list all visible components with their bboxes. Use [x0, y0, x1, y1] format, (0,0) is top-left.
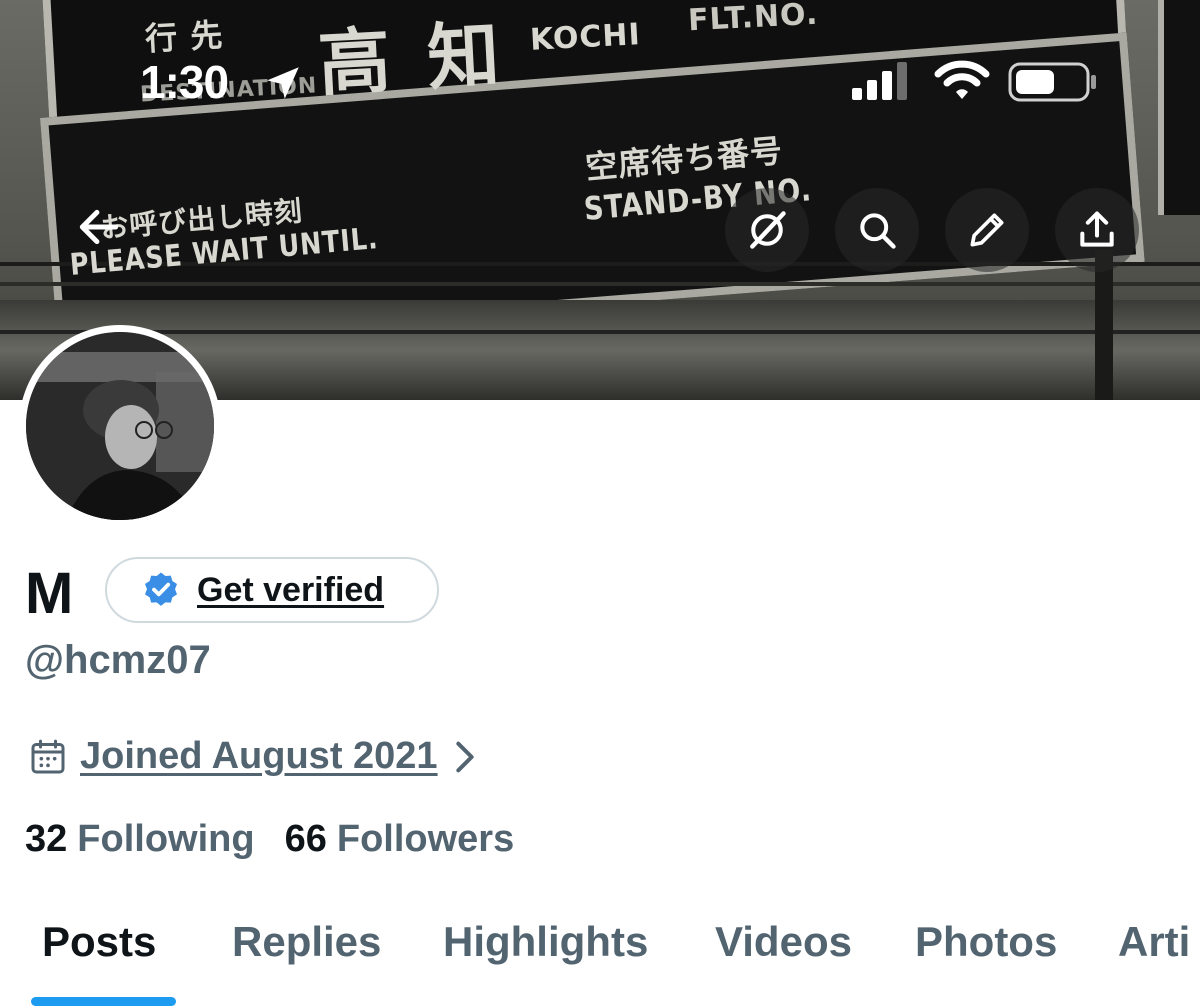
display-name: M — [25, 561, 74, 626]
search-icon — [860, 213, 896, 249]
sign-city-en: KOCHI — [529, 17, 642, 58]
edit-icon — [970, 213, 1004, 247]
tab-videos[interactable]: Videos — [715, 918, 852, 966]
chevron-right-icon — [455, 741, 474, 772]
edit-button[interactable] — [945, 188, 1029, 272]
tab-highlights[interactable]: Highlights — [443, 918, 648, 966]
verified-badge-icon — [145, 572, 177, 606]
profile-screen: 行 先 DESTINATION 高 知 KOCHI FLT.NO. お呼び出し時… — [0, 0, 1200, 1007]
banner-stripe — [0, 330, 1200, 334]
profile-banner[interactable]: 行 先 DESTINATION 高 知 KOCHI FLT.NO. お呼び出し時… — [0, 0, 1200, 400]
grok-icon — [750, 211, 786, 249]
profile-avatar[interactable] — [19, 325, 221, 527]
get-verified-button[interactable]: Get verified — [105, 557, 439, 623]
status-time: 1:30 — [140, 56, 229, 108]
following-label[interactable]: Following — [77, 818, 254, 861]
location-arrow-icon — [267, 67, 299, 99]
followers-count[interactable]: 66 — [285, 818, 327, 861]
tab-replies[interactable]: Replies — [232, 918, 381, 966]
avatar-photo — [26, 332, 214, 520]
tab-posts[interactable]: Posts — [42, 918, 156, 966]
joined-date-label: Joined August 2021 — [80, 735, 438, 777]
followers-label[interactable]: Followers — [337, 818, 514, 861]
profile-tabs: Posts Replies Highlights Videos Photos A… — [0, 918, 1200, 1007]
grok-button[interactable] — [725, 188, 809, 272]
share-icon — [1080, 211, 1114, 247]
share-button[interactable] — [1055, 188, 1139, 272]
user-handle: @hcmz07 — [25, 638, 211, 682]
back-arrow-icon[interactable] — [74, 202, 124, 252]
avatar-portrait — [26, 332, 214, 520]
banner-sign-edge — [1158, 0, 1200, 215]
calendar-icon — [31, 739, 65, 773]
tab-photos[interactable]: Photos — [915, 918, 1057, 966]
joined-date-link[interactable]: Joined August 2021 — [28, 735, 480, 778]
sign-city-jp: 高 知 — [316, 12, 508, 106]
cellular-signal-icon — [852, 62, 907, 100]
banner-stripe — [0, 282, 1200, 286]
sign-destination-jp: 行 先 — [144, 15, 225, 59]
battery-icon — [1008, 62, 1096, 102]
tab-articles[interactable]: Arti — [1118, 918, 1190, 966]
search-button[interactable] — [835, 188, 919, 272]
follow-stats: 32 Following 66 Followers — [25, 818, 544, 861]
get-verified-label: Get verified — [197, 570, 385, 609]
banner-pole — [1095, 250, 1113, 400]
following-count[interactable]: 32 — [25, 818, 67, 861]
wifi-icon — [934, 60, 990, 99]
active-tab-indicator — [31, 997, 176, 1006]
